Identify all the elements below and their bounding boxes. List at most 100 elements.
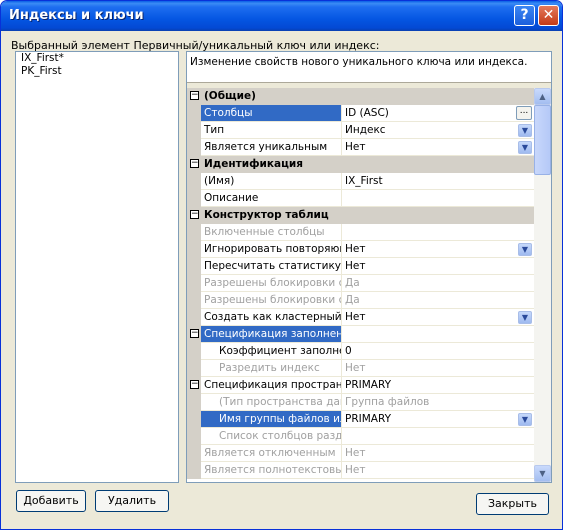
property-name[interactable]: Является уникальным (201, 139, 342, 156)
property-row-partition-columns[interactable]: Список столбцов раздел (187, 428, 534, 445)
property-name[interactable]: Разредить индекс (201, 360, 342, 377)
property-row-recompute-stats[interactable]: Пересчитать статистику Нет (187, 258, 534, 275)
property-name[interactable]: Тип (201, 122, 342, 139)
dropdown-arrow-icon[interactable]: ▼ (518, 413, 532, 426)
property-value[interactable] (342, 224, 534, 241)
row-gutter (187, 292, 201, 309)
property-value[interactable]: Нет (342, 445, 534, 462)
property-row-columns[interactable]: Столбцы ID (ASC) ... (187, 105, 534, 122)
row-gutter: − (187, 326, 201, 343)
row-gutter (187, 360, 201, 377)
row-gutter (187, 258, 201, 275)
property-value[interactable] (342, 428, 534, 445)
property-row-description[interactable]: Описание (187, 190, 534, 207)
property-name[interactable]: Список столбцов раздел (201, 428, 342, 445)
window-title: Индексы и ключи (9, 8, 144, 23)
row-gutter (187, 224, 201, 241)
collapse-icon[interactable]: − (190, 210, 199, 219)
close-button[interactable]: Закрыть (476, 493, 549, 515)
property-name[interactable]: Создать как кластерный (201, 309, 342, 326)
scroll-thumb[interactable] (534, 105, 551, 175)
property-name[interactable]: Разрешены блокировки стр (201, 275, 342, 292)
property-name[interactable]: Включенные столбцы (201, 224, 342, 241)
property-row-pad-index[interactable]: Разредить индекс Нет (187, 360, 534, 377)
property-value[interactable]: IX_First (342, 173, 534, 190)
property-value-box[interactable]: Индекс ▼ (342, 122, 534, 139)
dropdown-arrow-icon[interactable]: ▼ (518, 124, 532, 137)
property-row-data-space[interactable]: − Спецификация пространст PRIMARY (187, 377, 534, 394)
property-value-box[interactable]: PRIMARY ▼ (342, 411, 534, 428)
property-name[interactable]: Игнорировать повторяющи (201, 241, 342, 258)
property-value[interactable] (342, 326, 534, 343)
property-value-box[interactable]: Нет ▼ (342, 241, 534, 258)
list-item[interactable]: PK_First (16, 65, 178, 78)
property-value[interactable] (342, 190, 534, 207)
vertical-scrollbar[interactable]: ▲ ▼ (534, 88, 551, 482)
add-button[interactable]: Добавить (16, 490, 86, 512)
property-name[interactable]: Разрешены блокировки стр (201, 292, 342, 309)
property-name[interactable]: (Тип пространства данн (201, 394, 342, 411)
property-row-allow-row-locks[interactable]: Разрешены блокировки стр Да (187, 275, 534, 292)
row-gutter (187, 411, 201, 428)
property-value[interactable]: PRIMARY (342, 377, 534, 394)
category-table-designer[interactable]: − Конструктор таблиц (187, 207, 534, 224)
property-value: PRIMARY (345, 413, 392, 425)
property-row-included-columns[interactable]: Включенные столбцы (187, 224, 534, 241)
property-row-clustered[interactable]: Создать как кластерный Нет ▼ (187, 309, 534, 326)
property-name[interactable]: Спецификация пространст (201, 377, 342, 394)
dropdown-arrow-icon[interactable]: ▼ (518, 311, 532, 324)
property-name[interactable]: Спецификация заполнения (201, 326, 342, 343)
property-name[interactable]: Является полнотекстовым (201, 462, 342, 479)
ellipsis-button[interactable]: ... (516, 106, 532, 120)
property-value[interactable]: Да (342, 292, 534, 309)
dropdown-arrow-icon[interactable]: ▼ (518, 141, 532, 154)
property-row-data-space-type[interactable]: (Тип пространства данн Группа файлов (187, 394, 534, 411)
property-row-type[interactable]: Тип Индекс ▼ (187, 122, 534, 139)
property-value: Нет (345, 141, 366, 153)
list-item[interactable]: IX_First* (16, 52, 178, 65)
delete-button[interactable]: Удалить (95, 490, 169, 512)
property-value-box[interactable]: ID (ASC) ... (342, 105, 534, 122)
property-name[interactable]: Описание (201, 190, 342, 207)
property-name[interactable]: Пересчитать статистику (201, 258, 342, 275)
collapse-icon[interactable]: − (190, 159, 199, 168)
property-value: Нет (345, 243, 366, 255)
property-value[interactable]: Группа файлов (342, 394, 534, 411)
property-row-name[interactable]: (Имя) IX_First (187, 173, 534, 190)
property-row-fill-factor[interactable]: Коэффициент заполнен 0 (187, 343, 534, 360)
property-name[interactable]: Столбцы (201, 105, 342, 122)
collapse-icon[interactable]: − (190, 380, 199, 389)
category-identification[interactable]: − Идентификация (187, 156, 534, 173)
property-value[interactable]: Нет (342, 258, 534, 275)
help-button[interactable]: ? (514, 5, 535, 26)
property-value[interactable]: 0 (342, 343, 534, 360)
scroll-down-icon[interactable]: ▼ (534, 465, 551, 482)
property-row-is-fulltext[interactable]: Является полнотекстовым Нет (187, 462, 534, 479)
scroll-up-icon[interactable]: ▲ (534, 88, 551, 105)
dropdown-arrow-icon[interactable]: ▼ (518, 243, 532, 256)
property-name[interactable]: (Имя) (201, 173, 342, 190)
collapse-icon[interactable]: − (190, 91, 199, 100)
property-row-filegroup-name[interactable]: Имя группы файлов или PRIMARY ▼ (187, 411, 534, 428)
property-row-ignore-duplicates[interactable]: Игнорировать повторяющи Нет ▼ (187, 241, 534, 258)
property-value[interactable]: Нет (342, 462, 534, 479)
property-value-box[interactable]: Нет ▼ (342, 309, 534, 326)
row-gutter (187, 343, 201, 360)
property-value[interactable]: Да (342, 275, 534, 292)
category-general[interactable]: − (Общие) (187, 88, 534, 105)
index-key-list[interactable]: IX_First* PK_First (15, 51, 179, 483)
row-gutter (187, 105, 201, 122)
property-name[interactable]: Является отключенным (201, 445, 342, 462)
property-row-allow-page-locks[interactable]: Разрешены блокировки стр Да (187, 292, 534, 309)
property-value[interactable]: Нет (342, 360, 534, 377)
property-row-is-disabled[interactable]: Является отключенным Нет (187, 445, 534, 462)
property-value-box[interactable]: Нет ▼ (342, 139, 534, 156)
collapse-icon[interactable]: − (190, 329, 199, 338)
property-row-fill-spec[interactable]: − Спецификация заполнения (187, 326, 534, 343)
close-window-button[interactable]: ✕ (538, 5, 559, 26)
title-bar[interactable]: Индексы и ключи ? ✕ (1, 1, 562, 31)
row-gutter (187, 428, 201, 445)
property-name[interactable]: Имя группы файлов или (201, 411, 342, 428)
property-name[interactable]: Коэффициент заполнен (201, 343, 342, 360)
property-row-unique[interactable]: Является уникальным Нет ▼ (187, 139, 534, 156)
